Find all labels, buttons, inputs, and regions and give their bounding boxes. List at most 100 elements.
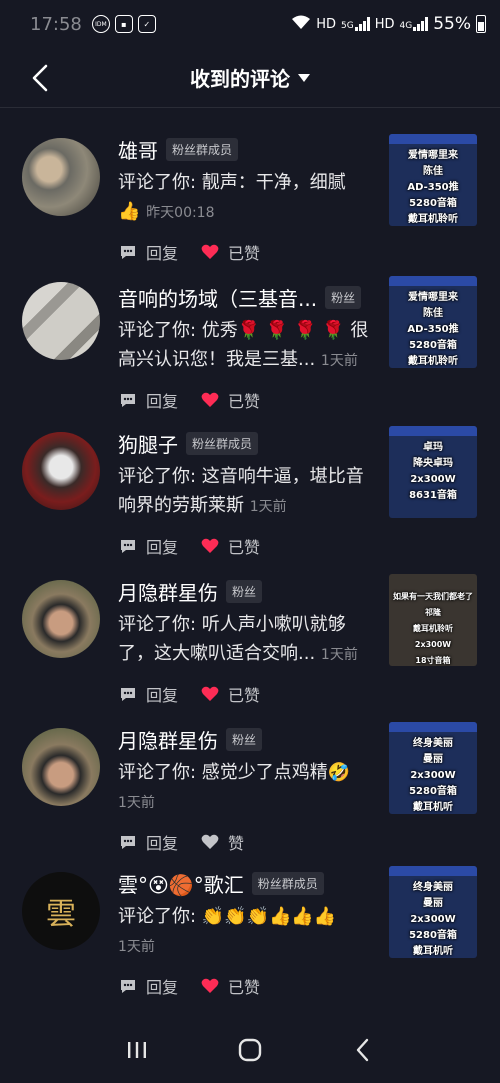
video-thumbnail[interactable]: 爱情哪里来 陈佳 AD-350推 5280音箱 戴耳机聆听 (389, 134, 477, 226)
thumb-text: 降央卓玛 (413, 458, 453, 469)
reply-button[interactable]: 回复 (118, 682, 178, 706)
like-button[interactable]: 已赞 (200, 240, 260, 264)
avatar-calligraphy: 雲 (46, 897, 76, 932)
recents-icon[interactable] (123, 1036, 151, 1064)
commenter-name[interactable]: 月隐群星伤 (118, 577, 218, 606)
video-thumbnail[interactable]: 爱情哪里来 陈佳 AD-350推 5280音箱 戴耳机聆听 (389, 276, 477, 368)
reply-button[interactable]: 回复 (118, 240, 178, 264)
fan-badge: 粉丝 (226, 727, 263, 751)
hd-label: HD (316, 16, 336, 32)
avatar[interactable] (22, 282, 100, 360)
title-dropdown[interactable]: 收到的评论 (190, 63, 310, 92)
like-button[interactable]: 已赞 (200, 682, 260, 706)
comment-time: 1天前 (118, 939, 155, 955)
like-label: 已赞 (228, 538, 261, 557)
commenter-name[interactable]: 月隐群星伤 (118, 725, 218, 754)
thumb-text: 爱情哪里来 (408, 150, 458, 161)
home-icon[interactable] (236, 1036, 264, 1064)
thumb-text: 8631音箱 (409, 490, 457, 501)
page-header: 收到的评论 (0, 48, 500, 108)
fan-badge: 粉丝 (226, 579, 263, 603)
fan-badge: 粉丝群成员 (186, 431, 259, 455)
like-button[interactable]: 已赞 (200, 388, 260, 412)
avatar[interactable] (22, 138, 100, 216)
heart-icon (201, 538, 219, 553)
like-label: 赞 (228, 834, 245, 853)
video-thumbnail[interactable]: 终身美丽 曼丽 2x300W 5280音箱 戴耳机听 (389, 866, 477, 958)
battery-percent: 55% (433, 14, 471, 34)
commenter-name[interactable]: 音响的场域（三基音... (118, 283, 317, 312)
comment-bubble-icon (121, 836, 135, 849)
reply-button[interactable]: 回复 (118, 388, 178, 412)
like-button[interactable]: 赞 (200, 830, 244, 854)
reply-label: 回复 (146, 538, 179, 557)
comment-item[interactable]: 狗腿子 粉丝群成员 评论了你: 这音响牛逼，堪比音响界的劳斯莱斯 1天前 回复 … (0, 420, 500, 568)
video-thumbnail[interactable]: 如果有一天我们都老了 祁隆 戴耳机聆听 2x300W 18寸音箱 (389, 574, 477, 666)
comment-time: 1天前 (320, 647, 358, 663)
check-icon: ✓ (137, 15, 156, 33)
thumb-text: 2x300W (414, 640, 452, 649)
thumb-text: 5280音箱 (409, 340, 457, 351)
comment-item[interactable]: 音响的场域（三基音... 粉丝 评论了你: 优秀🌹 🌹 🌹 🌹 很高兴认识您！我… (0, 270, 500, 420)
avatar[interactable] (22, 728, 100, 806)
thumb-text: 如果有一天我们都老了 (393, 592, 473, 601)
fan-badge: 粉丝 (325, 285, 362, 309)
like-label: 已赞 (228, 244, 261, 263)
wifi-icon (291, 14, 311, 34)
idm-icon: IDM (91, 15, 110, 33)
thumb-text: 终身美丽 (413, 738, 453, 749)
page-title: 收到的评论 (190, 67, 290, 91)
comment-text: 评论了你: 听人声小嗽叭就够了，这大嗽叭适合交响... (118, 614, 346, 664)
reply-button[interactable]: 回复 (118, 534, 178, 558)
video-thumbnail[interactable]: 终身美丽 曼丽 2x300W 5280音箱 戴耳机听 (389, 722, 477, 814)
reply-label: 回复 (146, 834, 179, 853)
commenter-name[interactable]: 雄哥 (118, 135, 158, 164)
thumb-text: 5280音箱 (409, 198, 457, 209)
like-label: 已赞 (228, 978, 261, 997)
comment-text: 评论了你: 靓声：干净，细腻 (118, 172, 346, 193)
avatar[interactable] (22, 580, 100, 658)
comment-item[interactable]: 月隐群星伤 粉丝 评论了你: 感觉少了点鸡精🤣 1天前 回复 赞 终身美丽 曼丽… (0, 716, 500, 860)
thumb-text: AD-350推 (407, 324, 459, 335)
fan-badge: 粉丝群成员 (251, 871, 324, 895)
comment-item[interactable]: 雲 雲°😵🏀°歌汇 粉丝群成员 评论了你: 👏👏👏👍👍👍 1天前 回复 已赞 终… (0, 860, 500, 1010)
comment-text: 评论了你: 👏👏👏👍👍👍 (118, 906, 337, 927)
avatar[interactable]: 雲 (22, 872, 100, 950)
comment-time: 1天前 (249, 499, 287, 515)
commenter-name[interactable]: 狗腿子 (118, 429, 178, 458)
back-nav-icon[interactable] (349, 1036, 377, 1064)
thumb-text: 戴耳机听 (413, 802, 453, 813)
thumb-text: 戴耳机聆听 (413, 624, 453, 633)
reply-button[interactable]: 回复 (118, 974, 178, 998)
avatar[interactable] (22, 432, 100, 510)
caret-down-icon (298, 73, 310, 82)
comment-item[interactable]: 雄哥 粉丝群成员 评论了你: 靓声：干净，细腻 👍 昨天00:18 回复 已赞 (0, 120, 500, 270)
like-label: 已赞 (228, 686, 261, 705)
video-thumbnail[interactable]: 卓玛 降央卓玛 2x300W 8631音箱 (389, 426, 477, 518)
thumb-text: 陈佳 (423, 166, 443, 177)
chevron-left-icon (32, 64, 48, 92)
like-button[interactable]: 已赞 (200, 534, 260, 558)
thumb-text: 终身美丽 (413, 882, 453, 893)
comment-item[interactable]: 月隐群星伤 粉丝 评论了你: 听人声小嗽叭就够了，这大嗽叭适合交响... 1天前… (0, 568, 500, 716)
comment-bubble-icon (121, 540, 135, 553)
thumb-text: 戴耳机听 (413, 946, 453, 957)
status-bar: 17:58 IDM ▪ ✓ HD 5G HD 4G 55% (0, 0, 500, 48)
system-nav-bar (0, 1016, 500, 1083)
heart-icon (201, 244, 219, 259)
comment-bubble-icon (121, 246, 135, 259)
comment-bubble-icon (121, 394, 135, 407)
comment-bubble-icon (121, 980, 135, 993)
comment-time: 1天前 (320, 353, 358, 369)
signal-5g-icon: 5G (341, 17, 370, 31)
comment-time: 昨天00:18 (146, 205, 215, 221)
heart-icon (201, 392, 219, 407)
commenter-name[interactable]: 雲°😵🏀°歌汇 (118, 869, 244, 898)
comment-bubble-icon (121, 688, 135, 701)
thumb-text: AD-350推 (407, 182, 459, 193)
thumb-text: 卓玛 (423, 442, 443, 453)
reply-button[interactable]: 回复 (118, 830, 178, 854)
comment-time: 1天前 (118, 795, 155, 811)
back-button[interactable] (22, 60, 58, 96)
like-button[interactable]: 已赞 (200, 974, 260, 998)
